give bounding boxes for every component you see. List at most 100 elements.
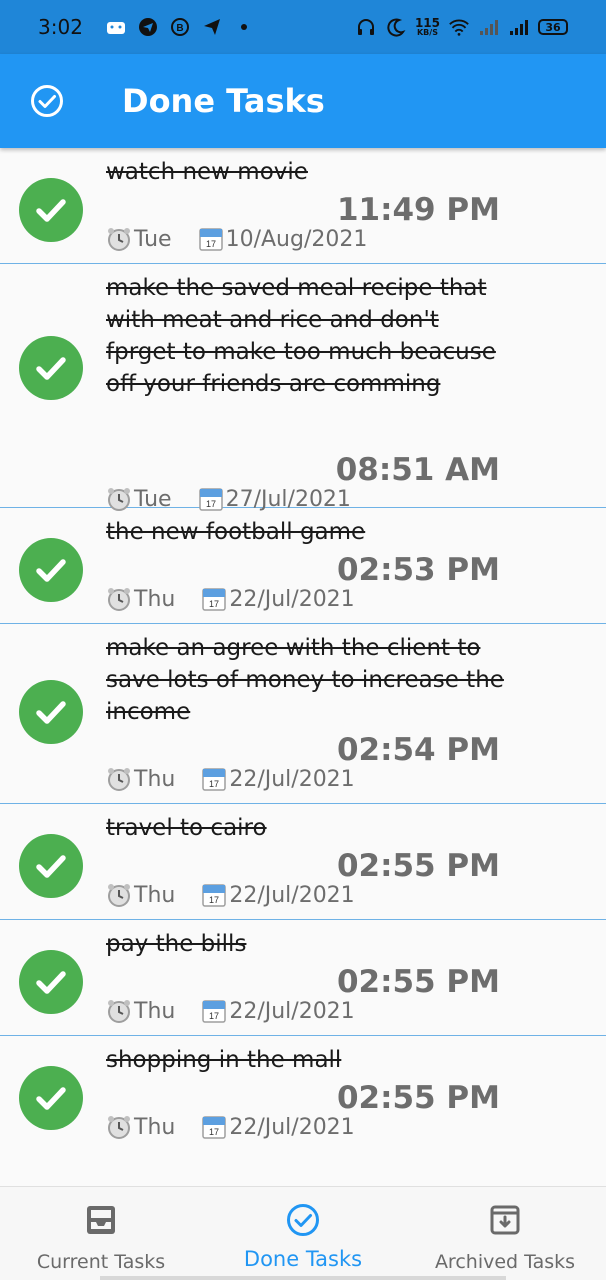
nav-current-tasks[interactable]: Current Tasks bbox=[0, 1187, 202, 1280]
svg-text:17: 17 bbox=[209, 779, 219, 789]
alarm-clock-icon bbox=[108, 1000, 130, 1023]
task-date: 22/Jul/2021 bbox=[229, 998, 355, 1024]
done-check-icon bbox=[19, 336, 83, 400]
android-icon bbox=[105, 16, 127, 38]
task-time: 02:55 PM bbox=[336, 964, 500, 1000]
task-day: Thu bbox=[134, 586, 176, 612]
svg-text:17: 17 bbox=[206, 239, 216, 249]
svg-text:17: 17 bbox=[209, 1127, 219, 1137]
telegram-icon bbox=[137, 16, 159, 38]
task-date: 22/Jul/2021 bbox=[229, 882, 355, 908]
task-title: watch new movie bbox=[106, 159, 308, 185]
nav-label: Done Tasks bbox=[243, 1247, 363, 1271]
task-item[interactable]: travel to cairo 02:55 PM Thu 17 22/Jul/2… bbox=[0, 804, 606, 920]
archive-icon bbox=[490, 1205, 520, 1235]
task-body: make the saved meal recipe that with mea… bbox=[106, 264, 606, 512]
status-time: 3:02 bbox=[38, 15, 83, 39]
done-check-icon bbox=[19, 1066, 83, 1130]
task-day: Thu bbox=[134, 766, 176, 792]
task-time: 02:55 PM bbox=[336, 1080, 500, 1116]
task-title: shopping in the mall bbox=[106, 1047, 342, 1073]
task-title: make an agree with the client to save lo… bbox=[106, 635, 504, 725]
task-day: Thu bbox=[134, 998, 176, 1024]
status-right: 115 KB/S 36 bbox=[355, 16, 568, 38]
task-body: watch new movie 11:49 PM Tue 17 10/Aug/2… bbox=[106, 148, 606, 264]
task-meta: Thu 17 22/Jul/2021 bbox=[106, 586, 355, 612]
inbox-icon bbox=[87, 1206, 115, 1234]
signal-icon-1 bbox=[478, 16, 500, 38]
task-date: 22/Jul/2021 bbox=[229, 586, 355, 612]
done-check-icon bbox=[19, 834, 83, 898]
task-item[interactable]: pay the bills 02:55 PM Thu 17 22/Jul/202… bbox=[0, 920, 606, 1036]
status-bar: 3:02 B 115 KB/S 36 bbox=[0, 0, 606, 54]
moon-icon bbox=[385, 16, 407, 38]
calendar-icon: 17 bbox=[202, 768, 227, 791]
screen: 3:02 B 115 KB/S 36 Done Tasks watch new … bbox=[0, 0, 606, 1280]
signal-icon-2 bbox=[508, 16, 530, 38]
b-icon: B bbox=[169, 16, 191, 38]
notification-icons: B bbox=[105, 16, 255, 38]
done-check-icon bbox=[19, 178, 83, 242]
wifi-icon bbox=[448, 16, 470, 38]
task-date: 22/Jul/2021 bbox=[229, 766, 355, 792]
net-speed-unit: KB/S bbox=[416, 28, 438, 37]
task-item[interactable]: make the saved meal recipe that with mea… bbox=[0, 264, 606, 512]
calendar-icon: 17 bbox=[202, 1116, 227, 1139]
task-meta: Tue 17 10/Aug/2021 bbox=[106, 226, 367, 252]
task-meta: Thu 17 22/Jul/2021 bbox=[106, 882, 355, 908]
task-date: 22/Jul/2021 bbox=[229, 1114, 355, 1140]
check-circle-icon bbox=[287, 1204, 319, 1236]
nav-label: Archived Tasks bbox=[434, 1251, 576, 1273]
task-body: shopping in the mall 02:55 PM Thu 17 22/… bbox=[106, 1036, 606, 1152]
task-meta: Thu 17 22/Jul/2021 bbox=[106, 766, 355, 792]
task-time: 02:55 PM bbox=[336, 848, 500, 884]
headphones-icon bbox=[355, 16, 377, 38]
task-date: 10/Aug/2021 bbox=[225, 226, 368, 252]
task-body: pay the bills 02:55 PM Thu 17 22/Jul/202… bbox=[106, 920, 606, 1036]
alarm-clock-icon bbox=[108, 228, 130, 251]
svg-text:B: B bbox=[176, 23, 183, 34]
alarm-clock-icon bbox=[108, 768, 130, 791]
done-check-icon bbox=[19, 680, 83, 744]
task-day: Thu bbox=[134, 882, 176, 908]
net-speed: 115 KB/S bbox=[415, 17, 440, 37]
alarm-clock-icon bbox=[108, 884, 130, 907]
app-bar: Done Tasks bbox=[0, 54, 606, 148]
task-item[interactable]: shopping in the mall 02:55 PM Thu 17 22/… bbox=[0, 1036, 606, 1152]
task-time: 08:51 AM bbox=[335, 452, 500, 488]
task-title: make the saved meal recipe that with mea… bbox=[106, 275, 496, 397]
task-day: Thu bbox=[134, 1114, 176, 1140]
svg-text:17: 17 bbox=[209, 599, 219, 609]
gesture-bar bbox=[100, 1276, 506, 1280]
calendar-icon: 17 bbox=[202, 588, 227, 611]
task-meta: Thu 17 22/Jul/2021 bbox=[106, 1114, 355, 1140]
task-title: travel to cairo bbox=[106, 815, 267, 841]
task-item[interactable]: watch new movie 11:49 PM Tue 17 10/Aug/2… bbox=[0, 148, 606, 264]
task-item[interactable]: make an agree with the client to save lo… bbox=[0, 624, 606, 804]
task-body: travel to cairo 02:55 PM Thu 17 22/Jul/2… bbox=[106, 804, 606, 920]
task-meta: Thu 17 22/Jul/2021 bbox=[106, 998, 355, 1024]
task-time: 11:49 PM bbox=[336, 192, 500, 228]
check-circle-outline-icon bbox=[31, 85, 63, 117]
svg-text:17: 17 bbox=[209, 895, 219, 905]
dot-icon bbox=[233, 16, 255, 38]
task-body: make an agree with the client to save lo… bbox=[106, 624, 606, 804]
task-title: the new football game bbox=[106, 519, 366, 545]
send-icon bbox=[201, 16, 223, 38]
battery-indicator: 36 bbox=[538, 19, 568, 35]
task-list: watch new movie 11:49 PM Tue 17 10/Aug/2… bbox=[0, 148, 606, 1152]
done-check-icon bbox=[19, 950, 83, 1014]
task-time: 02:54 PM bbox=[336, 732, 500, 768]
task-day: Tue bbox=[134, 226, 172, 252]
nav-label: Current Tasks bbox=[36, 1251, 166, 1273]
done-check-icon bbox=[19, 538, 83, 602]
task-item[interactable]: the new football game 02:53 PM Thu 17 22… bbox=[0, 508, 606, 624]
task-body: the new football game 02:53 PM Thu 17 22… bbox=[106, 508, 606, 624]
nav-archived-tasks[interactable]: Archived Tasks bbox=[404, 1187, 606, 1280]
calendar-icon: 17 bbox=[198, 228, 223, 251]
nav-done-tasks[interactable]: Done Tasks bbox=[202, 1187, 404, 1280]
alarm-clock-icon bbox=[108, 1116, 130, 1139]
task-time: 02:53 PM bbox=[336, 552, 500, 588]
page-title: Done Tasks bbox=[122, 82, 325, 120]
bottom-navigation: Current Tasks Done Tasks Archived Tasks bbox=[0, 1186, 606, 1280]
